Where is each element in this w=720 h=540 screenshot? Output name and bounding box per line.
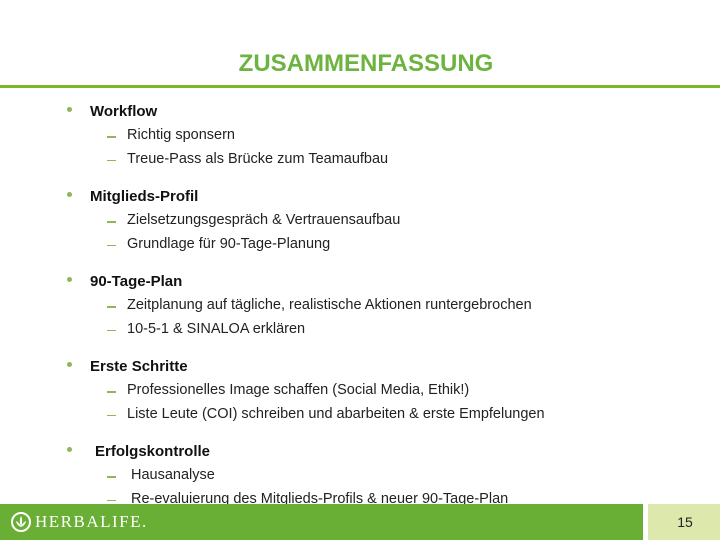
section-erfolgskontrolle: Erfolgskontrolle Hausanalyse Re-evaluier… <box>0 441 720 512</box>
section-erste-schritte: Erste Schritte Professionelles Image sch… <box>0 356 720 427</box>
section-heading: Mitglieds-Profil <box>90 188 199 205</box>
sub-item-text: Zielsetzungsgespräch & Vertrauensaufbau <box>127 212 401 228</box>
dash-icon <box>107 159 116 161</box>
dash-icon <box>107 499 116 501</box>
sub-item-text: Richtig sponsern <box>127 127 235 143</box>
sub-item-text: Professionelles Image schaffen (Social M… <box>127 382 470 398</box>
sub-item: 10-5-1 & SINALOA erklären <box>0 319 720 343</box>
title-divider <box>0 85 720 88</box>
sub-item: Zeitplanung auf tägliche, realistische A… <box>0 295 720 319</box>
list-item: 90-Tage-Plan <box>0 271 720 295</box>
page-number-box: 15 <box>648 504 720 540</box>
section-heading: Erste Schritte <box>90 358 188 375</box>
sub-item: Treue-Pass als Brücke zum Teamaufbau <box>0 149 720 173</box>
dash-icon <box>107 244 116 246</box>
brand-logo: HERBALIFE. <box>11 510 148 534</box>
section-mitglieds-profil: Mitglieds-Profil Zielsetzungsgespräch & … <box>0 186 720 257</box>
leaf-logo-icon <box>11 512 31 532</box>
dash-icon <box>107 414 116 416</box>
section-90-tage-plan: 90-Tage-Plan Zeitplanung auf tägliche, r… <box>0 271 720 342</box>
sub-item: Grundlage für 90-Tage-Planung <box>0 234 720 258</box>
dash-icon <box>107 391 116 393</box>
section-heading: 90-Tage-Plan <box>90 273 183 290</box>
sub-item-text: Zeitplanung auf tägliche, realistische A… <box>127 297 532 313</box>
sub-item: Richtig sponsern <box>0 125 720 149</box>
list-item: Mitglieds-Profil <box>0 186 720 210</box>
summary-list: Workflow Richtig sponsern Treue-Pass als… <box>0 101 720 526</box>
dash-icon <box>107 476 116 478</box>
sub-item-text: Hausanalyse <box>131 467 215 483</box>
dash-icon <box>107 221 116 223</box>
list-item: Workflow <box>0 101 720 125</box>
section-heading: Workflow <box>90 103 158 120</box>
bullet-icon <box>67 447 72 452</box>
sub-item: Liste Leute (COI) schreiben und abarbeit… <box>0 404 720 428</box>
bullet-icon <box>67 277 72 282</box>
section-heading: Erfolgskontrolle <box>95 443 211 460</box>
sub-item: Zielsetzungsgespräch & Vertrauensaufbau <box>0 210 720 234</box>
sub-item-text: 10-5-1 & SINALOA erklären <box>127 320 306 337</box>
bullet-icon <box>67 192 72 197</box>
sub-item: Professionelles Image schaffen (Social M… <box>0 380 720 404</box>
list-item: Erste Schritte <box>0 356 720 380</box>
sub-item-text: Treue-Pass als Brücke zum Teamaufbau <box>127 150 389 167</box>
section-workflow: Workflow Richtig sponsern Treue-Pass als… <box>0 101 720 172</box>
dash-icon <box>107 136 116 138</box>
bullet-icon <box>67 107 72 112</box>
sub-item-text: Grundlage für 90-Tage-Planung <box>127 235 331 252</box>
footer-bar: HERBALIFE. <box>0 504 643 540</box>
dash-icon <box>107 306 116 308</box>
bullet-icon <box>67 362 72 367</box>
slide-title: ZUSAMMENFASSUNG <box>238 50 494 77</box>
sub-item-text: Liste Leute (COI) schreiben und abarbeit… <box>127 405 545 422</box>
dash-icon <box>107 329 116 331</box>
page-number: 15 <box>677 514 693 530</box>
brand-name: HERBALIFE. <box>35 512 148 531</box>
list-item: Erfolgskontrolle <box>0 441 720 465</box>
sub-item: Hausanalyse <box>0 465 720 489</box>
